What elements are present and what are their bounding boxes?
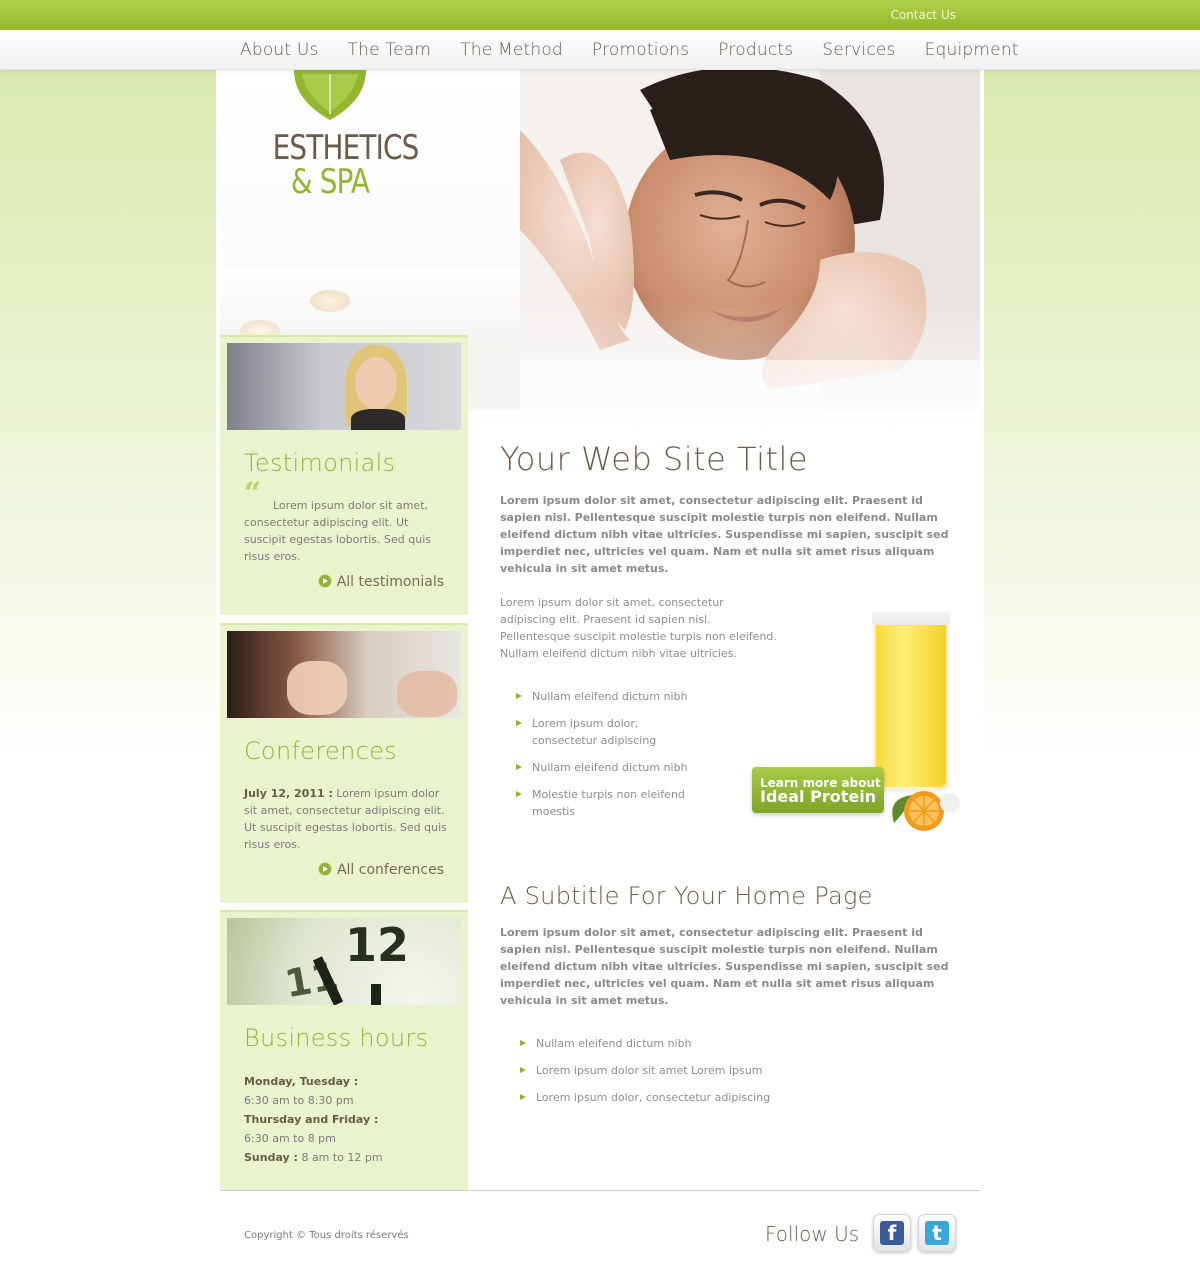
footer-divider: [220, 1190, 980, 1191]
play-arrow-icon: [318, 575, 331, 587]
nav-item-equipment[interactable]: Equipment: [925, 40, 1019, 60]
hours-time: 6:30 am to 8:30 pm: [244, 1094, 354, 1107]
page-container: ESTHETICS & SPA Testimonials “ Lorem ips…: [216, 70, 984, 1280]
list-item: Nullam eleifend dictum nibh: [500, 759, 700, 776]
facebook-button[interactable]: f: [873, 1214, 911, 1252]
nav-item-the-method[interactable]: The Method: [460, 40, 563, 60]
hours-day: Monday, Tuesday :: [244, 1075, 359, 1088]
copyright-text: Copyright © Tous droits réservés: [244, 1230, 409, 1241]
ideal-protein-promo: Learn more about Ideal Protein: [752, 611, 972, 835]
promo-line2: Ideal Protein: [760, 787, 877, 806]
intro-paragraph: Lorem ipsum dolor sit amet, consectetur …: [500, 494, 949, 575]
ideal-protein-button[interactable]: Learn more about Ideal Protein: [752, 767, 884, 813]
conferences-title: Conferences: [244, 737, 397, 765]
contact-us-link[interactable]: Contact Us: [890, 8, 956, 22]
nav-item-products[interactable]: Products: [718, 40, 793, 60]
hours-day: Sunday :: [244, 1151, 298, 1164]
hours-time: 8 am to 12 pm: [297, 1151, 383, 1164]
testimonial-photo: [227, 343, 461, 430]
feature-list: Nullam eleifend dictum nibh Lorem ipsum …: [500, 688, 700, 820]
clock-number: 12: [345, 918, 410, 972]
list-item: Nullam eleifend dictum nibh: [500, 688, 700, 705]
all-testimonials-link[interactable]: All testimonials: [318, 574, 444, 590]
list-item: Lorem ipsum dolor sit amet Lorem ipsum: [504, 1062, 950, 1079]
nav-item-services[interactable]: Services: [822, 40, 895, 60]
all-conferences-link[interactable]: All conferences: [318, 862, 444, 878]
clock-photo: 12 11: [227, 918, 461, 1005]
conference-photo: [227, 631, 461, 718]
testimonials-panel: Testimonials “ Lorem ipsum dolor sit ame…: [220, 335, 468, 615]
all-conferences-label: All conferences: [336, 862, 444, 878]
business-hours-title: Business hours: [244, 1024, 429, 1052]
nav-item-the-team[interactable]: The Team: [348, 40, 432, 60]
page-subtitle: A Subtitle For Your Home Page: [500, 882, 873, 910]
facebook-icon: f: [880, 1221, 904, 1245]
testimonial-text: Lorem ipsum dolor sit amet, consectetur …: [244, 499, 431, 563]
list-item: Nullam eleifend dictum nibh: [504, 1035, 950, 1052]
logo[interactable]: ESTHETICS & SPA: [260, 70, 419, 202]
list-item: Lorem ipsum dolor, consectetur adipiscin…: [504, 1089, 950, 1106]
conference-date: July 12, 2011 :: [244, 787, 333, 800]
nav-item-about-us[interactable]: About Us: [240, 40, 319, 60]
secondary-paragraph: Lorem ipsum dolor sit amet, consectetur …: [500, 596, 777, 660]
all-testimonials-label: All testimonials: [336, 574, 444, 590]
main-navigation: About Us The Team The Method Promotions …: [0, 30, 1200, 70]
list-item: Molestie turpis non eleifend moestis: [500, 786, 700, 820]
page-title: Your Web Site Title: [500, 440, 809, 478]
business-hours-panel: 12 11 Business hours Monday, Tuesday : 6…: [220, 910, 468, 1190]
hours-time: 6:30 am to 8 pm: [244, 1132, 336, 1145]
subtitle-paragraph: Lorem ipsum dolor sit amet, consectetur …: [500, 926, 949, 1007]
list-item: Lorem ipsum dolor, consectetur adipiscin…: [500, 715, 700, 749]
twitter-icon: t: [925, 1221, 949, 1245]
hours-day: Thursday and Friday :: [244, 1113, 379, 1126]
logo-text-spa: & SPA: [290, 162, 370, 202]
conferences-panel: Conferences July 12, 2011 : Lorem ipsum …: [220, 623, 468, 903]
play-arrow-icon: [318, 863, 331, 875]
leaf-logo-icon: [294, 70, 366, 120]
testimonials-title: Testimonials: [244, 449, 396, 477]
feature-list-2: Nullam eleifend dictum nibh Lorem ipsum …: [500, 1035, 950, 1106]
orange-slice-icon: [892, 791, 960, 831]
twitter-button[interactable]: t: [918, 1214, 956, 1252]
nav-item-promotions[interactable]: Promotions: [592, 40, 689, 60]
conference-text: July 12, 2011 : Lorem ipsum dolor sit am…: [244, 785, 449, 853]
nav-menu: About Us The Team The Method Promotions …: [240, 40, 1019, 60]
top-bar: Contact Us: [0, 0, 1200, 30]
follow-us-label: Follow Us: [765, 1222, 860, 1246]
business-hours-list: Monday, Tuesday : 6:30 am to 8:30 pm Thu…: [244, 1072, 449, 1167]
orange-juice-glass: [872, 611, 950, 789]
